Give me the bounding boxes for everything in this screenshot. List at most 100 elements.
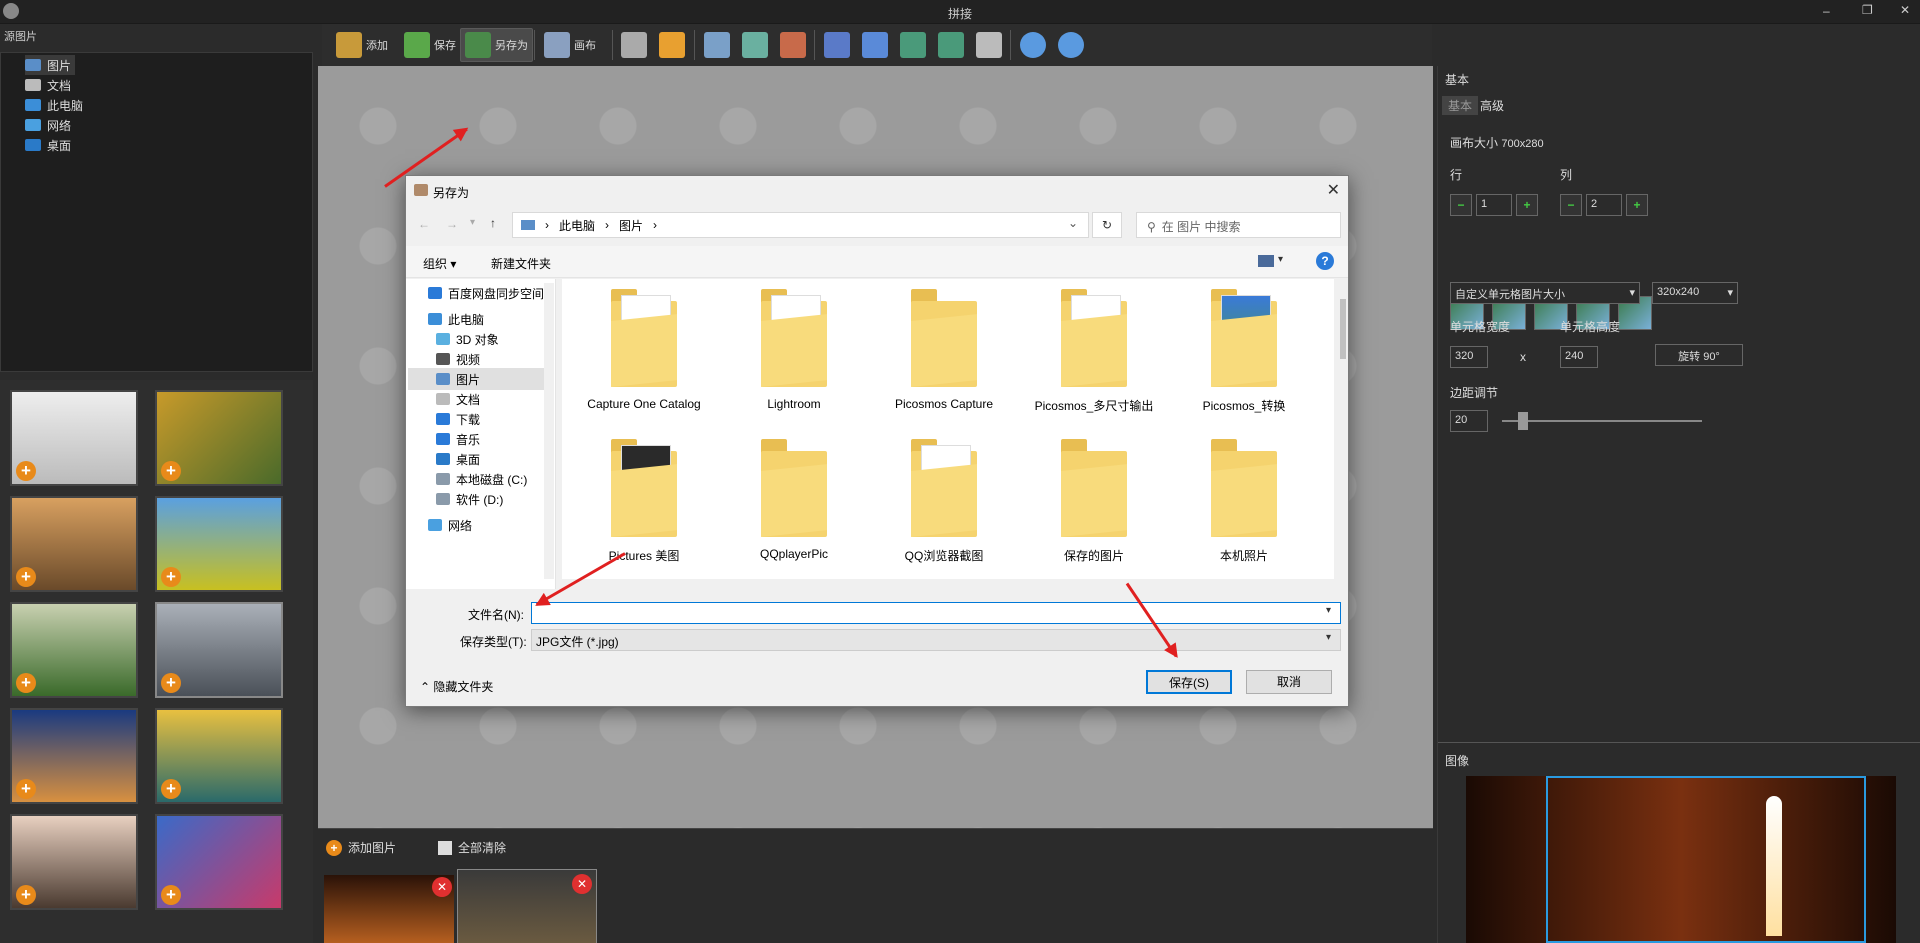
thumbnail[interactable]: + [10,496,138,592]
filetype-select[interactable]: JPG文件 (*.jpg) [531,629,1341,651]
cols-increment-button[interactable]: + [1626,194,1648,216]
nav-3d-objects[interactable]: 3D 对象 [436,328,499,350]
nav-baidu-sync[interactable]: 百度网盘同步空间 [428,282,544,304]
help-icon[interactable]: ? [1316,252,1334,270]
paste-button[interactable] [776,28,810,62]
print-button[interactable] [617,28,651,62]
nav-downloads[interactable]: 下载 [436,408,480,430]
remove-icon[interactable]: ✕ [572,874,592,894]
cell-width-input[interactable]: 320 [1450,346,1488,368]
add-icon[interactable]: + [161,673,181,693]
thumbnail[interactable]: + [155,496,283,592]
tree-item-documents[interactable]: 文档 [25,75,71,95]
rotate-button[interactable] [972,28,1006,62]
add-icon[interactable]: + [161,567,181,587]
filename-input[interactable] [531,602,1341,624]
rows-increment-button[interactable]: + [1516,194,1538,216]
add-icon[interactable]: + [16,461,36,481]
clear-all-button[interactable]: 全部清除 [438,839,506,856]
close-icon[interactable]: ✕ [1327,180,1340,200]
folder-item[interactable]: Lightroom [729,279,859,419]
organize-menu[interactable]: 组织 ▾ [423,255,456,272]
tree-item-desktop[interactable]: 桌面 [25,135,71,155]
rotate-left-button[interactable] [896,28,930,62]
add-icon[interactable]: + [161,779,181,799]
address-bar[interactable]: › 此电脑 › 图片 › [512,212,1089,238]
file-list-scrollbar[interactable] [1338,279,1348,579]
thumbnail[interactable]: + [10,390,138,486]
rotate-90-button[interactable]: 旋转 90° [1655,344,1743,366]
nav-software-d[interactable]: 软件 (D:) [436,488,503,510]
folder-item[interactable]: 本机照片 [1179,429,1309,569]
crop-frame[interactable] [1546,776,1866,943]
nav-scrollbar[interactable] [544,283,554,579]
add-icon[interactable]: + [16,567,36,587]
chevron-down-icon[interactable]: ▾ [470,217,475,228]
chevron-down-icon[interactable]: ⌄ [1068,216,1078,230]
add-icon[interactable]: + [161,461,181,481]
nav-documents[interactable]: 文档 [436,388,480,410]
thumbnail[interactable]: + [10,708,138,804]
rows-decrement-button[interactable]: − [1450,194,1472,216]
view-icon[interactable] [1258,255,1274,267]
folder-item[interactable]: 保存的图片 [1029,429,1159,569]
zoom-in-button[interactable] [1016,28,1050,62]
thumbnail[interactable]: + [155,708,283,804]
folder-item[interactable]: Picosmos_多尺寸输出 [1029,279,1159,419]
margin-slider-handle[interactable] [1518,412,1528,430]
save-dialog-button[interactable]: 保存(S) [1146,670,1232,694]
cell-size-preset-select[interactable]: 320x240 ▾ [1652,282,1738,304]
tree-item-pictures[interactable]: 图片 [25,55,75,75]
add-icon[interactable]: + [16,673,36,693]
flip-horizontal-button[interactable] [820,28,854,62]
back-icon[interactable]: ← [418,217,430,231]
tree-item-network[interactable]: 网络 [25,115,71,135]
chevron-down-icon[interactable]: ▾ [1326,632,1331,643]
folder-item[interactable]: Picosmos Capture [879,279,1009,419]
chevron-down-icon[interactable]: ▾ [1326,605,1331,616]
remove-icon[interactable]: ✕ [432,877,452,897]
margin-slider-track[interactable] [1502,420,1702,422]
cell-size-mode-select[interactable]: 自定义单元格图片大小 ▾ [1450,282,1640,304]
scrollbar-thumb[interactable] [1340,299,1346,359]
chevron-down-icon[interactable]: ▾ [1278,254,1283,265]
search-input[interactable]: ⚲ 在 图片 中搜索 [1136,212,1341,238]
nav-network[interactable]: 网络 [428,514,472,536]
thumbnail[interactable]: + [10,814,138,910]
nav-pictures[interactable]: 图片 [408,368,554,390]
tab-advanced[interactable]: 高级 [1480,97,1504,114]
cancel-button[interactable]: 取消 [1246,670,1332,694]
minimize-icon[interactable]: – [1823,4,1830,18]
save-as-button[interactable]: 另存为 [460,28,533,62]
add-icon[interactable]: + [16,779,36,799]
forward-icon[interactable]: → [446,217,458,231]
flip-vertical-button[interactable] [858,28,892,62]
new-folder-button[interactable]: 新建文件夹 [491,255,551,272]
hide-folders-toggle[interactable]: ⌃ 隐藏文件夹 [420,678,493,695]
thumbnail[interactable]: + [155,814,283,910]
nav-local-disk-c[interactable]: 本地磁盘 (C:) [436,468,527,490]
folder-item[interactable]: QQplayerPic [729,429,859,569]
cols-input[interactable]: 2 [1586,194,1622,216]
breadcrumb-pictures[interactable]: 图片 [619,217,643,234]
selected-image-thumb[interactable]: ✕ [324,875,454,943]
cell-height-input[interactable]: 240 [1560,346,1598,368]
restore-icon[interactable]: ❐ [1862,3,1873,17]
nav-videos[interactable]: 视频 [436,348,480,370]
folder-item[interactable]: QQ浏览器截图 [879,429,1009,569]
thumbnail[interactable]: + [10,602,138,698]
rows-input[interactable]: 1 [1476,194,1512,216]
cut-button[interactable] [700,28,734,62]
add-images-button[interactable]: + 添加图片 [326,839,396,856]
add-button[interactable]: 添加 [332,28,392,62]
up-icon[interactable]: ↑ [490,216,496,230]
canvas-button[interactable]: 画布 [540,28,600,62]
thumbnail[interactable]: + [155,602,283,698]
rotate-right-button[interactable] [934,28,968,62]
folder-item[interactable]: Capture One Catalog [579,279,709,419]
selected-image-thumb[interactable]: ✕ [457,869,597,943]
cols-decrement-button[interactable]: − [1560,194,1582,216]
copy-button[interactable] [738,28,772,62]
margin-input[interactable]: 20 [1450,410,1488,432]
close-window-icon[interactable]: ✕ [1900,3,1910,17]
